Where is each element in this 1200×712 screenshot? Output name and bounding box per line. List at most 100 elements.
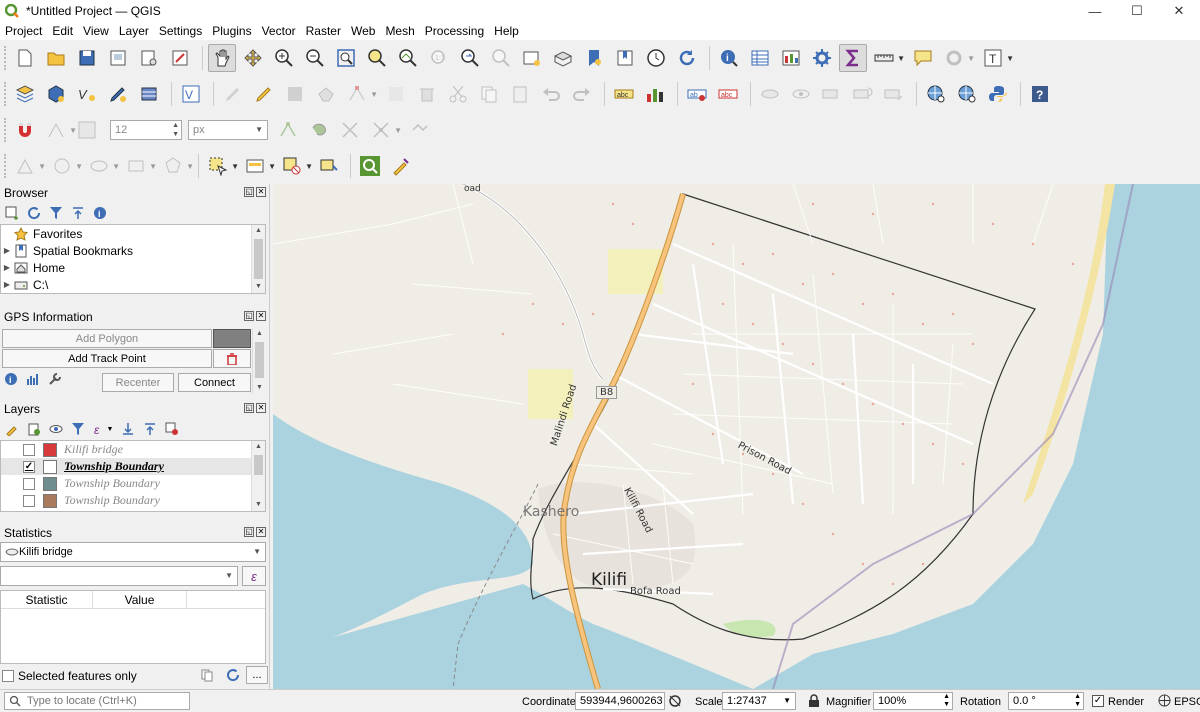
help-button[interactable]: ? bbox=[1026, 80, 1054, 108]
select-location-button[interactable] bbox=[315, 152, 343, 180]
python-console-button[interactable] bbox=[984, 80, 1012, 108]
menu-project[interactable]: Project bbox=[0, 24, 47, 38]
vector-layer-button[interactable]: V bbox=[177, 80, 205, 108]
layer-row[interactable]: Kilifi bridge bbox=[1, 441, 265, 458]
layer-diagram-button[interactable] bbox=[641, 80, 669, 108]
map-tips-button[interactable] bbox=[909, 44, 937, 72]
layer-visibility-checkbox[interactable]: ✓ bbox=[23, 460, 35, 473]
expand-all-icon[interactable] bbox=[120, 421, 136, 437]
modify-attributes-button[interactable] bbox=[382, 80, 410, 108]
snapping-mode-button[interactable] bbox=[73, 116, 101, 144]
menu-settings[interactable]: Settings bbox=[154, 24, 207, 38]
info-icon[interactable]: i bbox=[4, 372, 18, 389]
pan-map-button[interactable] bbox=[208, 44, 236, 72]
coordinate-capture-button[interactable] bbox=[922, 80, 950, 108]
identify-features-button[interactable]: i bbox=[715, 44, 743, 72]
add-polygon-button[interactable]: Add Polygon bbox=[2, 329, 212, 348]
preview-labels-button[interactable] bbox=[787, 80, 815, 108]
rotation-input[interactable]: 0.0 ° ▲ ▼ bbox=[1008, 692, 1084, 710]
new-project-button[interactable] bbox=[11, 44, 39, 72]
new-map-view-button[interactable] bbox=[518, 44, 546, 72]
topological-editing-button[interactable] bbox=[274, 116, 302, 144]
deselect-features-button[interactable]: ▼ bbox=[278, 152, 313, 180]
gps-scrollbar[interactable]: ▲ ▼ bbox=[252, 328, 266, 394]
tracing-button[interactable]: ▼ bbox=[367, 116, 402, 144]
add-feature-button[interactable] bbox=[312, 80, 340, 108]
show-bookmarks-button[interactable] bbox=[611, 44, 639, 72]
select-by-value-button[interactable]: ▼ bbox=[241, 152, 276, 180]
float-icon[interactable]: ◱ bbox=[244, 187, 254, 197]
scroll-up-icon[interactable]: ▲ bbox=[253, 328, 266, 340]
scroll-up-icon[interactable]: ▲ bbox=[252, 441, 265, 453]
statistical-summary-button[interactable] bbox=[839, 44, 867, 72]
menu-raster[interactable]: Raster bbox=[301, 24, 346, 38]
text-annotation-button[interactable]: T ▼ bbox=[979, 44, 1014, 72]
style-brush-icon[interactable] bbox=[4, 421, 20, 437]
highlight-pinned-labels-button[interactable]: ab bbox=[683, 80, 711, 108]
layer-row[interactable]: Township Boundary bbox=[1, 475, 265, 492]
scroll-down-icon[interactable]: ▼ bbox=[253, 382, 266, 394]
signal-chart-icon[interactable] bbox=[26, 372, 40, 389]
tree-item-favorites[interactable]: Favorites bbox=[1, 225, 265, 242]
add-group-icon[interactable] bbox=[26, 421, 42, 437]
show-hide-labels-button[interactable] bbox=[756, 80, 784, 108]
menu-view[interactable]: View bbox=[78, 24, 114, 38]
digitize-button[interactable] bbox=[104, 80, 132, 108]
copy-icon[interactable] bbox=[200, 668, 214, 685]
refresh-icon[interactable] bbox=[26, 205, 42, 221]
zoom-to-selection-button[interactable] bbox=[363, 44, 391, 72]
spinbox-arrows-icon[interactable]: ▲ ▼ bbox=[943, 693, 950, 709]
filter-icon[interactable] bbox=[70, 421, 86, 437]
coordinate-field[interactable]: 593944,9600263 bbox=[575, 692, 665, 710]
browser-scrollbar[interactable]: ▲ ▼ bbox=[251, 225, 265, 293]
toolbar-grip[interactable] bbox=[4, 46, 7, 70]
new-print-layout-button[interactable] bbox=[104, 44, 132, 72]
remove-layer-icon[interactable] bbox=[164, 421, 180, 437]
redo-button[interactable] bbox=[568, 80, 596, 108]
open-project-button[interactable] bbox=[42, 44, 70, 72]
scroll-thumb[interactable] bbox=[255, 342, 264, 378]
float-icon[interactable]: ◱ bbox=[244, 311, 254, 321]
menu-processing[interactable]: Processing bbox=[420, 24, 489, 38]
add-ellipse-button[interactable]: ▼ bbox=[85, 152, 120, 180]
layers-scrollbar[interactable]: ▲ ▼ bbox=[251, 441, 265, 511]
zoom-full-button[interactable] bbox=[332, 44, 360, 72]
layer-row-selected[interactable]: ✓ Township Boundary bbox=[1, 458, 265, 475]
select-by-expression-button[interactable] bbox=[356, 152, 384, 180]
new-virtual-layer-button[interactable]: V bbox=[73, 80, 101, 108]
float-icon[interactable]: ◱ bbox=[244, 527, 254, 537]
more-options-button[interactable]: ... bbox=[246, 666, 268, 684]
expand-arrow-icon[interactable]: ▶ bbox=[1, 246, 13, 255]
close-icon[interactable]: ✕ bbox=[256, 311, 266, 321]
toolbar-grip[interactable] bbox=[4, 82, 7, 106]
layer-visibility-checkbox[interactable] bbox=[23, 443, 35, 456]
measure-button[interactable]: ▼ bbox=[870, 44, 905, 72]
expression-button[interactable]: ε bbox=[242, 566, 266, 586]
delete-selected-button[interactable] bbox=[413, 80, 441, 108]
tree-item-spatial-bookmarks[interactable]: ▶ Spatial Bookmarks bbox=[1, 242, 265, 259]
cut-features-button[interactable] bbox=[444, 80, 472, 108]
toolbar-grip[interactable] bbox=[4, 118, 7, 142]
menu-help[interactable]: Help bbox=[489, 24, 524, 38]
eye-icon[interactable] bbox=[48, 421, 64, 437]
maximize-button[interactable]: ☐ bbox=[1116, 0, 1158, 22]
dissolve-tool-button[interactable] bbox=[387, 152, 415, 180]
zoom-out-button[interactable] bbox=[301, 44, 329, 72]
info-icon[interactable]: i bbox=[92, 205, 108, 221]
collapse-all-icon[interactable] bbox=[70, 205, 86, 221]
menu-mesh[interactable]: Mesh bbox=[380, 24, 419, 38]
lock-icon[interactable] bbox=[808, 694, 820, 711]
add-polygon-button[interactable]: ▼ bbox=[159, 152, 194, 180]
connect-button[interactable]: Connect bbox=[178, 373, 251, 392]
menu-plugins[interactable]: Plugins bbox=[207, 24, 256, 38]
scale-select[interactable]: 1:27437 ▼ bbox=[722, 692, 796, 710]
zoom-native-resolution-button[interactable]: 1:1 bbox=[425, 44, 453, 72]
layer-row[interactable]: Township Boundary bbox=[1, 492, 265, 509]
float-icon[interactable]: ◱ bbox=[244, 403, 254, 413]
current-edits-button[interactable] bbox=[219, 80, 247, 108]
new-bookmark-button[interactable] bbox=[580, 44, 608, 72]
save-project-button[interactable] bbox=[73, 44, 101, 72]
add-layer-button[interactable] bbox=[135, 80, 163, 108]
scroll-thumb[interactable] bbox=[254, 239, 263, 279]
zoom-last-button[interactable] bbox=[456, 44, 484, 72]
